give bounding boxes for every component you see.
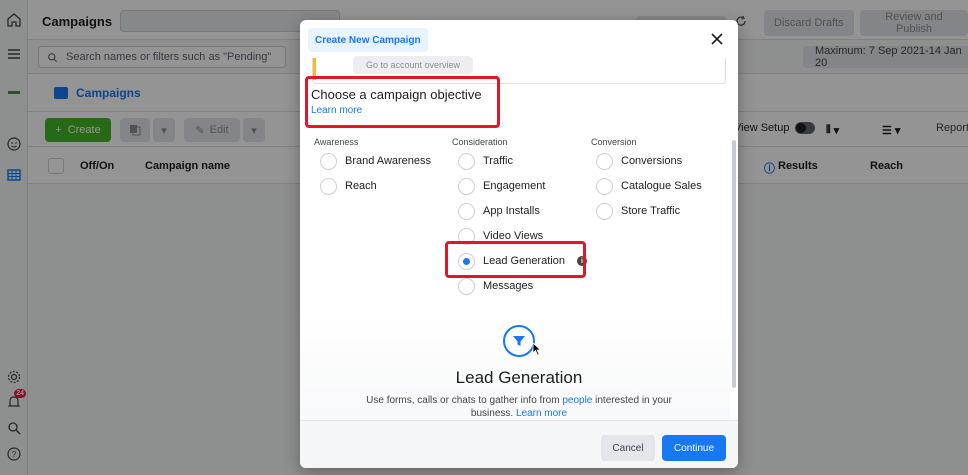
radio-button[interactable] (596, 202, 613, 220)
continue-button[interactable]: Continue (662, 435, 726, 461)
modal-header: Create New Campaign (300, 20, 738, 58)
option-reach[interactable]: Reach (320, 177, 377, 195)
radio-button[interactable] (320, 177, 337, 195)
modal-title-tag: Create New Campaign (308, 28, 428, 52)
radio-button[interactable] (458, 202, 475, 220)
option-label: Engagement (483, 180, 546, 192)
option-label: Reach (345, 180, 377, 192)
objective-detail-text: Use forms, calls or chats to gather info… (350, 394, 688, 420)
modal-scrollbar[interactable] (732, 140, 736, 388)
option-label: Brand Awareness (345, 155, 432, 167)
highlight-box-lead-generation (445, 241, 586, 278)
option-label: Conversions (621, 155, 683, 167)
radio-button[interactable] (458, 277, 475, 295)
option-app-installs[interactable]: App Installs (458, 202, 540, 220)
objective-detail-title: Lead Generation (455, 368, 583, 387)
account-overview-button[interactable]: Go to account overview (353, 56, 473, 74)
detail-text-part: Use forms, calls or chats to gather info… (366, 395, 563, 406)
people-link[interactable]: people (562, 395, 592, 406)
highlight-box-heading (305, 76, 500, 128)
consideration-heading: Consideration (452, 137, 508, 147)
option-label: Store Traffic (621, 205, 681, 217)
radio-button[interactable] (320, 152, 337, 170)
option-store-traffic[interactable]: Store Traffic (596, 202, 680, 220)
option-label: Traffic (483, 155, 513, 167)
option-brand-awareness[interactable]: Brand Awareness (320, 152, 431, 170)
radio-button[interactable] (458, 177, 475, 195)
detail-learn-more-link[interactable]: Learn more (516, 408, 567, 419)
option-engagement[interactable]: Engagement (458, 177, 545, 195)
option-messages[interactable]: Messages (458, 277, 533, 295)
option-label: App Installs (483, 205, 540, 217)
radio-button[interactable] (596, 152, 613, 170)
modal-footer: Cancel Continue (300, 420, 738, 468)
option-label: Messages (483, 280, 534, 292)
radio-button[interactable] (458, 152, 475, 170)
cancel-button[interactable]: Cancel (601, 435, 655, 461)
option-label: Catalogue Sales (621, 180, 702, 192)
conversion-heading: Conversion (591, 137, 637, 147)
close-icon[interactable] (710, 32, 724, 46)
mouse-cursor-icon (532, 342, 542, 356)
option-conversions[interactable]: Conversions (596, 152, 682, 170)
option-catalogue-sales[interactable]: Catalogue Sales (596, 177, 702, 195)
radio-button[interactable] (596, 177, 613, 195)
create-campaign-modal: Create New Campaign Go to account overvi… (300, 20, 738, 468)
funnel-icon (503, 325, 535, 357)
option-traffic[interactable]: Traffic (458, 152, 513, 170)
awareness-heading: Awareness (314, 137, 359, 147)
